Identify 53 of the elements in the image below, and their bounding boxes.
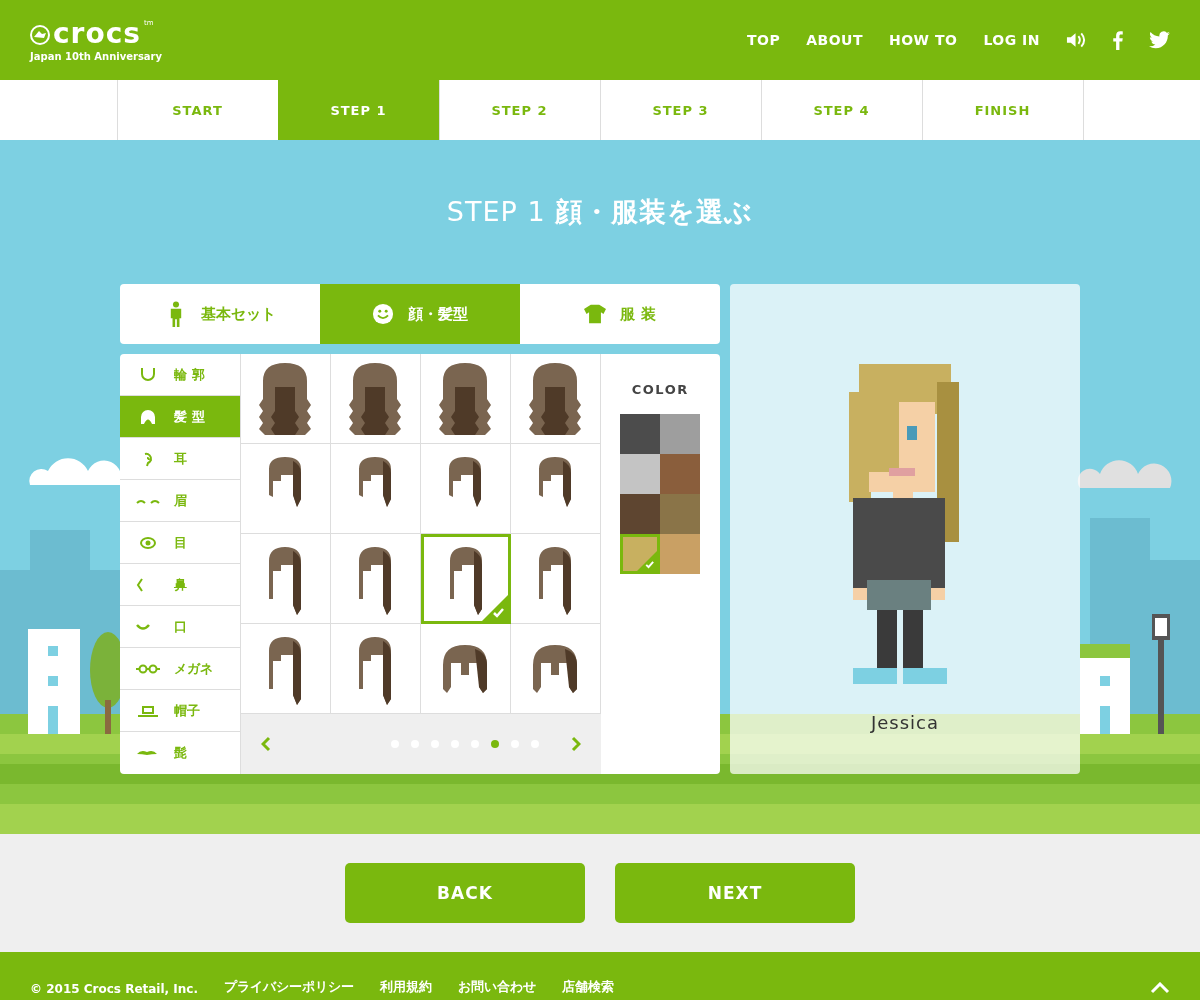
eyebrows-icon	[136, 497, 160, 504]
color-swatch[interactable]	[620, 454, 661, 494]
mustache-icon	[136, 750, 158, 756]
step-tab[interactable]: STEP 1	[277, 80, 439, 140]
color-swatch[interactable]	[660, 494, 701, 534]
color-swatch[interactable]	[660, 534, 701, 574]
copyright-text: © 2015 Crocs Retail, Inc.	[30, 982, 198, 996]
category-tab[interactable]: 服 装	[520, 284, 720, 344]
check-icon	[481, 595, 508, 621]
color-swatch[interactable]	[620, 414, 661, 454]
category-tab[interactable]: 顔・髪型	[320, 284, 520, 344]
nose-icon	[136, 577, 144, 592]
footer-link[interactable]: 利用規約	[380, 978, 432, 996]
check-icon	[637, 551, 658, 571]
nav-link[interactable]: ABOUT	[806, 32, 863, 48]
smiley-icon	[372, 301, 394, 327]
action-button[interactable]: BACK	[345, 863, 585, 923]
speaker-icon[interactable]	[1066, 31, 1087, 49]
part-category-item[interactable]: 帽子	[120, 690, 240, 732]
part-category-item[interactable]: 目	[120, 522, 240, 564]
bird-icon[interactable]	[1149, 31, 1170, 49]
nav-link[interactable]: LOG IN	[983, 32, 1040, 48]
footer-link[interactable]: プライバシーポリシー	[224, 978, 354, 996]
chevron-left-icon[interactable]	[260, 736, 271, 752]
footer-link[interactable]: 店舗検索	[562, 978, 614, 996]
logo-tagline: Japan 10th Anniversary	[30, 50, 163, 62]
color-swatch[interactable]	[660, 414, 701, 454]
part-category-item[interactable]: 髪 型	[120, 396, 240, 438]
hairstyle-option[interactable]	[420, 534, 511, 624]
avatar-name: Jessica	[870, 712, 940, 733]
nav-link[interactable]: HOW TO	[889, 32, 958, 48]
part-category-item[interactable]: メガネ	[120, 648, 240, 690]
part-category-item[interactable]: 口	[120, 606, 240, 648]
page-title: STEP 1 顔・服装を選ぶ	[445, 195, 755, 229]
category-tab[interactable]: 基本セット	[120, 284, 320, 344]
action-button[interactable]: NEXT	[615, 863, 855, 923]
part-category-item[interactable]: 耳	[120, 438, 240, 480]
facebook-icon[interactable]	[1113, 30, 1123, 50]
part-category-item[interactable]: 眉	[120, 480, 240, 522]
color-heading: COLOR	[631, 382, 689, 397]
mouth-icon	[136, 622, 150, 631]
croc-emblem-icon	[30, 24, 50, 45]
nav-link[interactable]: TOP	[746, 32, 781, 48]
chevron-right-icon[interactable]	[570, 736, 581, 752]
page-dot[interactable]	[490, 740, 499, 748]
part-category-item[interactable]: 鼻	[120, 564, 240, 606]
color-swatch[interactable]	[620, 494, 661, 534]
color-swatch[interactable]	[660, 454, 701, 494]
footer-link[interactable]: お問い合わせ	[458, 978, 536, 996]
caret-up-icon[interactable]	[1150, 982, 1170, 994]
color-swatch[interactable]	[620, 534, 661, 574]
logo-wordmark[interactable]: crocs	[53, 18, 141, 49]
part-category-item[interactable]: 髭	[120, 732, 240, 774]
